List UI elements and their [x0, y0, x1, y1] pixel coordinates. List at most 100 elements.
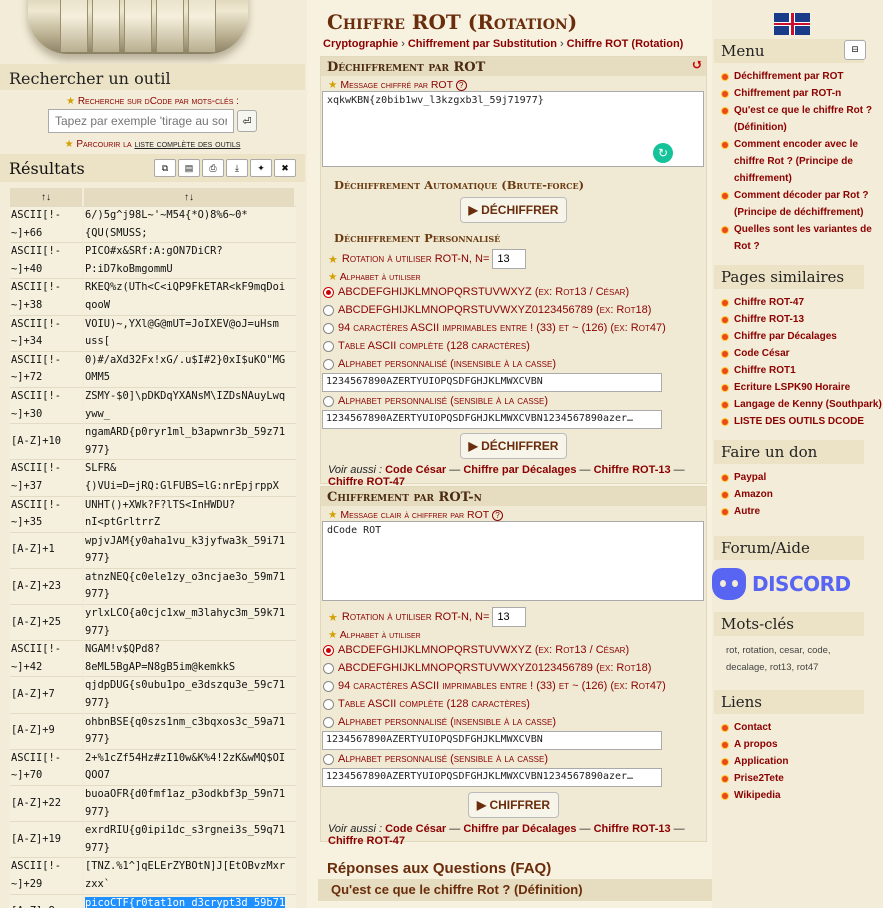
table-row[interactable]: [A-Z]+9 ohbnBSE{q0szs1nm_c3bqxos3c_59a71 … [10, 712, 296, 749]
custom-alphabet-sensitive-input[interactable]: 1234567890AZERTYUIOPQSDFGHJKLMWXCVBN1234… [322, 410, 662, 429]
custom-decrypt-button[interactable]: ▶ DÉCHIFFRER [459, 433, 568, 459]
english-flag-icon[interactable] [774, 13, 810, 35]
radio-icon[interactable] [323, 753, 334, 765]
table-row[interactable]: [A-Z]+1 wpjvJAM{y0aha1vu_k3jyfwa3k_59i71 … [10, 531, 296, 568]
see-also-link[interactable]: Chiffre par Décalages [463, 464, 576, 476]
table-row[interactable]: [A-Z]+25 yrlxLCO{a0cjc1xw_m3lahyc3m_59k71… [10, 604, 296, 641]
table-row[interactable]: ASCII[!-~]+42 NGAM!v$QPd8? 8eML5BgAP=N8gB… [10, 640, 296, 677]
radio-icon[interactable] [323, 698, 334, 710]
table-row[interactable]: ASCII[!-~]+30 ZSMY-$0]\pDKDqYXANsM\IZDsNA… [10, 386, 296, 424]
radio-checked-icon[interactable] [323, 644, 334, 656]
collapse-icon[interactable]: ⊟ [844, 40, 866, 60]
faq-question[interactable]: Qu'est ce que le chiffre Rot ? (Définiti… [318, 879, 712, 901]
similar-page-link[interactable]: Chiffre par Décalages [720, 328, 883, 345]
table-row[interactable]: [A-Z]+19 exrdRIU{g0ipi1dc_s3rgnei3s_59q71… [10, 821, 296, 858]
breadcrumb-item[interactable]: Chiffrement par Substitution [408, 38, 557, 50]
help-icon[interactable]: ? [491, 510, 503, 521]
footer-link[interactable]: A propos [720, 736, 883, 753]
alphabet-option-ascii128[interactable]: Table ASCII complète (128 caractères) [321, 337, 706, 355]
breadcrumb-item[interactable]: Chiffre ROT (Rotation) [567, 38, 684, 50]
encrypt-button[interactable]: ▶ CHIFFRER [467, 792, 560, 818]
menu-item[interactable]: Qu'est ce que le chiffre Rot ? (Définiti… [720, 102, 883, 136]
similar-page-link[interactable]: Code César [720, 345, 883, 362]
radio-icon[interactable] [323, 322, 334, 334]
rotation-input[interactable] [492, 249, 527, 269]
footer-link[interactable]: Prise2Tete [720, 770, 883, 787]
table-row[interactable]: ASCII[!-~]+72 0)#/aXd32Fx!xG/.u$I#2}0xI$u… [10, 350, 296, 387]
search-submit-button[interactable]: ⏎ [237, 110, 257, 132]
menu-item[interactable]: Comment décoder par Rot ? (Principe de d… [720, 187, 883, 221]
discord-button[interactable]: DISCORD [712, 566, 883, 602]
menu-item[interactable]: Chiffrement par ROT-n [720, 85, 883, 102]
table-row[interactable]: ASCII[!-~]+40 PICO#x&SRf:A:gON7DiCR? P:iD… [10, 242, 296, 279]
table-row[interactable]: ASCII[!-~]+34 VOIU)~,YXl@G@mUT=JoIXEV@oJ=… [10, 314, 296, 351]
alphabet-option-ascii94[interactable]: 94 caractères ASCII imprimables entre ! … [321, 319, 706, 337]
table-row[interactable]: ASCII[!-~]+38 RKEQ%z(UTh<C<iQP9FkETAR<kF9… [10, 278, 296, 315]
see-also-link[interactable]: Code César [385, 464, 446, 476]
see-also-link[interactable]: Code César [385, 823, 446, 835]
clipboard-icon[interactable]: ▤ [178, 159, 200, 177]
donate-link[interactable]: Autre [720, 503, 883, 520]
footer-link[interactable]: Contact [720, 719, 883, 736]
menu-item[interactable]: Comment encoder avec le chiffre Rot ? (P… [720, 136, 883, 187]
alphabet-option-custom-insensitive[interactable]: Alphabet personnalisé (insensible à la c… [321, 713, 706, 731]
similar-page-link[interactable]: Chiffre ROT-13 [720, 311, 883, 328]
alphabet-option-ascii94[interactable]: 94 caractères ASCII imprimables entre ! … [321, 677, 706, 695]
tools-list-link[interactable]: liste complète des outils [134, 139, 240, 150]
download-icon[interactable]: ⤓ [226, 159, 248, 177]
plaintext-input[interactable]: dCode ROT [322, 521, 704, 601]
radio-icon[interactable] [323, 716, 334, 728]
see-also-link[interactable]: Chiffre par Décalages [463, 823, 576, 835]
see-also-link[interactable]: Chiffre ROT-13 [594, 823, 671, 835]
alphabet-option-custom-insensitive[interactable]: Alphabet personnalisé (insensible à la c… [321, 355, 706, 373]
grammarly-icon[interactable]: ↻ [653, 143, 673, 163]
see-also-link[interactable]: Chiffre ROT-13 [594, 464, 671, 476]
alphabet-option-custom-sensitive[interactable]: Alphabet personnalisé (sensible à la cas… [321, 750, 706, 768]
radio-icon[interactable] [323, 304, 334, 316]
table-row[interactable]: ASCII[!-~]+66 6/)5g^j98L~'~M54{*O)8%6~0* … [10, 206, 296, 243]
similar-page-link[interactable]: Chiffre ROT-47 [720, 294, 883, 311]
print-icon[interactable]: ⎙ [202, 159, 224, 177]
similar-page-link[interactable]: Ecriture LSPK90 Horaire [720, 379, 883, 396]
copy-icon[interactable]: ⧉ [154, 159, 176, 177]
table-row[interactable]: [A-Z]+23 atnzNEQ{c0ele1zy_o3ncjae3o_59m71… [10, 567, 296, 605]
custom-alphabet-insensitive-input[interactable]: 1234567890AZERTYUIOPQSDFGHJKLMWXCVBN [322, 373, 662, 392]
custom-alphabet-insensitive-input[interactable]: 1234567890AZERTYUIOPQSDFGHJKLMWXCVBN [322, 731, 662, 750]
sort-column-2[interactable]: ↑↓ [84, 188, 296, 206]
radio-checked-icon[interactable] [323, 286, 334, 298]
radio-icon[interactable] [323, 340, 334, 352]
table-row[interactable]: ASCII[!-~]+35 UNHT()+XWk?F?lTS<InHWDU? nI… [10, 495, 296, 532]
footer-link[interactable]: Wikipedia [720, 787, 883, 804]
see-also-link[interactable]: Chiffre ROT-47 [328, 835, 405, 847]
breadcrumb-item[interactable]: Cryptographie [323, 38, 398, 50]
table-row[interactable]: ASCII[!-~]+29 [TNZ.%1^]qELErZYBOtN]J[EtOB… [10, 857, 296, 894]
table-row[interactable]: [A-Z]+10 ngamARD{p0ryr1ml_b3apwnr3b_59z71… [10, 423, 296, 460]
donate-link[interactable]: Amazon [720, 486, 883, 503]
sort-column-1[interactable]: ↑↓ [10, 188, 84, 206]
search-input[interactable] [48, 109, 234, 133]
radio-icon[interactable] [323, 395, 334, 407]
alphabet-option-az[interactable]: ABCDEFGHIJKLMNOPQRSTUVWXYZ (ex: Rot13 / … [321, 641, 706, 659]
close-icon[interactable]: ✖ [274, 159, 296, 177]
table-row[interactable]: [A-Z]+7 qjdpDUG{s0ubu1po_e3dszqu3e_59c71 … [10, 676, 296, 713]
table-row[interactable]: [A-Z]+8picoCTF{r0tat1on_d3crypt3d_59b71 … [10, 893, 296, 908]
similar-page-link[interactable]: LISTE DES OUTILS DCODE [720, 413, 883, 430]
alphabet-option-az09[interactable]: ABCDEFGHIJKLMNOPQRSTUVWXYZ0123456789 (ex… [321, 659, 706, 677]
similar-page-link[interactable]: Langage de Kenny (Southpark) [720, 396, 883, 413]
custom-alphabet-sensitive-input[interactable]: 1234567890AZERTYUIOPQSDFGHJKLMWXCVBN1234… [322, 768, 662, 787]
reload-icon[interactable]: ↺ [691, 57, 703, 73]
rotation-input[interactable] [492, 607, 527, 627]
alphabet-option-az09[interactable]: ABCDEFGHIJKLMNOPQRSTUVWXYZ0123456789 (ex… [321, 301, 706, 319]
similar-page-link[interactable]: Chiffre ROT1 [720, 362, 883, 379]
pin-icon[interactable]: ✦ [250, 159, 272, 177]
alphabet-option-custom-sensitive[interactable]: Alphabet personnalisé (sensible à la cas… [321, 392, 706, 410]
footer-link[interactable]: Application [720, 753, 883, 770]
table-row[interactable]: [A-Z]+22 buoaOFR{d0fmf1az_p3odkbf3p_59n71… [10, 785, 296, 822]
radio-icon[interactable] [323, 662, 334, 674]
menu-item[interactable]: Déchiffrement par ROT [720, 68, 883, 85]
menu-item[interactable]: Quelles sont les variantes de Rot ? [720, 221, 883, 255]
bruteforce-decrypt-button[interactable]: ▶ DÉCHIFFRER [459, 197, 568, 223]
alphabet-option-az[interactable]: ABCDEFGHIJKLMNOPQRSTUVWXYZ (ex: Rot13 / … [321, 283, 706, 301]
help-icon[interactable]: ? [455, 80, 467, 91]
table-row[interactable]: ASCII[!-~]+70 2+%1cZf54Hz#zI10w&K%4!2zK&w… [10, 748, 296, 785]
